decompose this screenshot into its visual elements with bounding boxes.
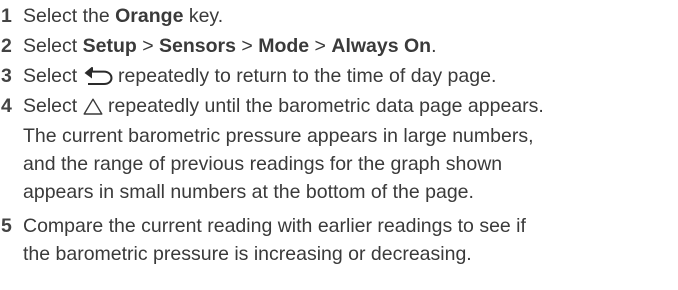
path-separator: >	[235, 35, 259, 57]
text-segment: Select	[23, 95, 83, 117]
step-number: 2	[1, 35, 12, 57]
text-segment: Select the	[23, 5, 116, 27]
step-5-continuation: the barometric pressure is increasing or…	[23, 243, 472, 265]
step-text: Select the Orange key.	[23, 2, 678, 30]
step-text: Compare the current reading with earlier…	[23, 215, 526, 237]
up-triangle-icon	[83, 95, 103, 123]
menu-path-mode: Mode	[258, 35, 310, 57]
step-number: 3	[1, 65, 12, 87]
path-separator: >	[136, 35, 160, 57]
step-number: 5	[1, 215, 12, 237]
back-arrow-icon	[83, 65, 113, 93]
menu-path-setup: Setup	[82, 35, 137, 57]
step-number: 1	[1, 5, 12, 27]
menu-path-sensors: Sensors	[159, 35, 236, 57]
path-separator: >	[309, 35, 332, 57]
text-segment: repeatedly to return to the time of day …	[112, 65, 497, 87]
step-text: Select repeatedly until the barometric d…	[23, 92, 678, 123]
step-number: 4	[1, 95, 12, 117]
text-segment: key.	[183, 5, 224, 27]
text-segment: repeatedly until the barometric data pag…	[102, 95, 544, 117]
step-4-note-line: The current barometric pressure appears …	[23, 125, 534, 147]
menu-path-always-on: Always On	[331, 35, 432, 57]
step-text: Select repeatedly to return to the time …	[23, 62, 678, 93]
text-segment: Select	[23, 65, 83, 87]
step-4-note-line: appears in small numbers at the bottom o…	[23, 181, 474, 203]
step-4-note-line: and the range of previous readings for t…	[23, 153, 503, 175]
key-name-orange: Orange	[115, 5, 184, 27]
text-segment: .	[431, 35, 437, 57]
step-text: Select Setup > Sensors > Mode > Always O…	[23, 32, 678, 60]
text-segment: Select	[23, 35, 83, 57]
